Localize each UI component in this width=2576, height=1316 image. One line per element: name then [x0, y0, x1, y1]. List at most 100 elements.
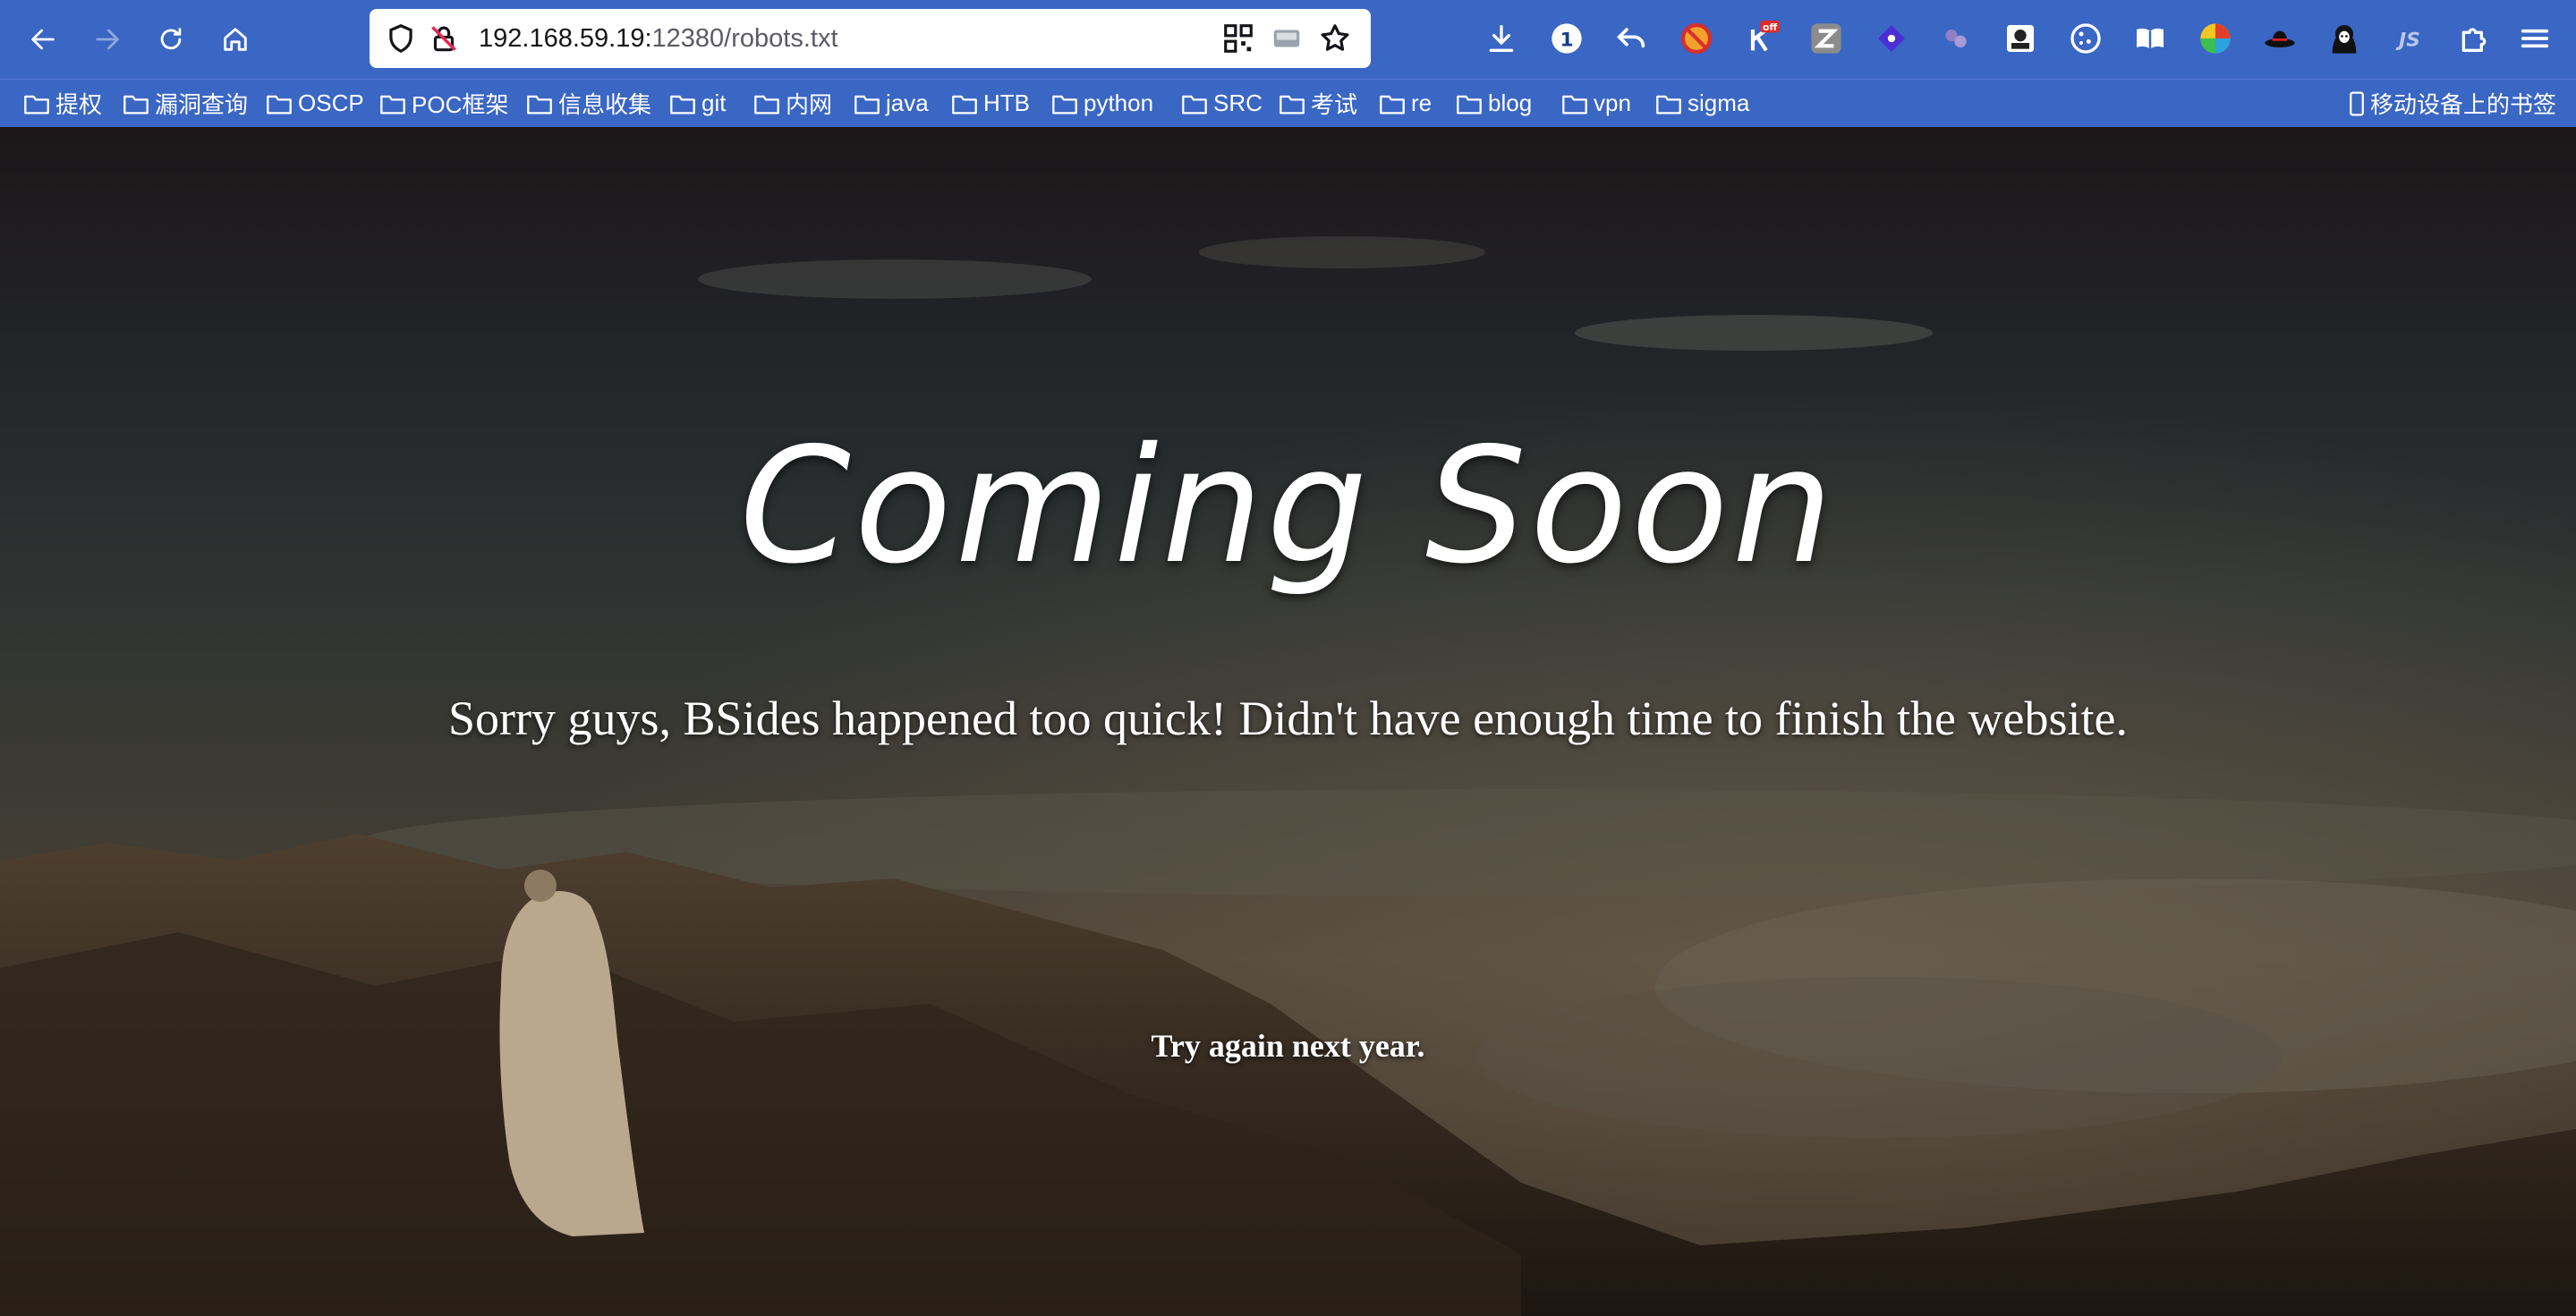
bookmark-folder[interactable]: python	[1051, 80, 1153, 127]
url-text[interactable]: 192.168.59.19:12380/robots.txt	[479, 9, 838, 68]
bookmark-folder[interactable]: sigma	[1655, 80, 1749, 127]
folder-icon	[952, 95, 977, 115]
bookmark-label: sigma	[1688, 89, 1750, 116]
bookmark-folder[interactable]: OSCP	[266, 80, 364, 127]
off-badge: off	[1763, 21, 1777, 33]
dots-extension[interactable]	[1935, 18, 1977, 59]
hacker-extension[interactable]	[2324, 18, 2365, 59]
password-badge: 1	[1560, 29, 1573, 51]
bookmark-folder[interactable]: re	[1379, 80, 1432, 127]
bookmark-label: git	[701, 89, 727, 116]
folder-icon	[1182, 95, 1207, 115]
bookmark-star-icon[interactable]	[1318, 21, 1352, 55]
bookmarks-toolbar: 提权 漏洞查询 OSCP POC框架 信息收集 git 内网 java HTB …	[0, 79, 2576, 127]
cookie-extension[interactable]	[2065, 18, 2106, 59]
folder-icon	[1052, 95, 1077, 115]
bookmark-folder[interactable]: vpn	[1561, 80, 1631, 127]
forward-button[interactable]	[81, 13, 134, 66]
folder-icon	[1457, 95, 1482, 115]
cookie-icon	[2070, 23, 2101, 54]
reader-icon	[2137, 28, 2164, 49]
folder-icon	[1562, 95, 1587, 115]
folder-icon	[380, 95, 405, 115]
bookmark-label: OSCP	[298, 89, 364, 116]
back-button[interactable]	[16, 13, 70, 66]
back-icon	[31, 29, 55, 50]
bookmark-label: 信息收集	[558, 91, 652, 118]
page-headline: Coming Soon	[739, 413, 1837, 599]
folder-icon	[267, 95, 292, 115]
folder-icon	[670, 95, 695, 115]
folder-icon	[24, 95, 49, 115]
url-bar[interactable]: 192.168.59.19:12380/robots.txt	[370, 9, 1371, 68]
reload-icon	[160, 28, 182, 50]
bookmark-label: SRC	[1213, 89, 1262, 116]
bookmark-label: vpn	[1594, 89, 1631, 116]
folder-icon	[854, 95, 880, 115]
folder-icon	[1380, 95, 1405, 115]
block-extension[interactable]	[1676, 18, 1717, 59]
menu-icon	[2521, 29, 2549, 48]
folder-icon	[1279, 95, 1305, 115]
hat-icon	[2265, 30, 2295, 47]
bookmark-folder[interactable]: 漏洞查询	[123, 80, 248, 127]
ext-portrait-icon	[2007, 25, 2034, 52]
bookmark-folder[interactable]: 信息收集	[526, 80, 651, 127]
off-extension-icon: off	[1750, 21, 1780, 52]
url-host: 192.168.59.19:	[479, 24, 652, 53]
portrait-extension[interactable]	[2000, 18, 2041, 59]
bookmark-folder[interactable]: 考试	[1279, 80, 1357, 127]
bookmark-folder[interactable]: git	[669, 80, 726, 127]
ext-dots-icon	[1945, 30, 1967, 47]
reload-button[interactable]	[144, 13, 198, 66]
page-subheadline: Sorry guys, BSides happened too quick! D…	[448, 692, 2128, 745]
url-path: /robots.txt	[724, 24, 838, 53]
folder-icon	[1656, 95, 1681, 115]
download-button[interactable]	[1481, 18, 1522, 59]
browser-toolbar: 192.168.59.19:12380/robots.txt 1 off JS	[0, 0, 2576, 79]
password-manager-button[interactable]: 1	[1546, 18, 1587, 59]
mobile-device-icon	[2350, 91, 2364, 115]
bookmark-folder[interactable]: SRC	[1181, 80, 1262, 127]
bookmark-folder[interactable]: java	[854, 80, 929, 127]
download-icon	[1489, 25, 1514, 52]
url-port: 12380	[651, 24, 725, 53]
bookmark-label: HTB	[983, 89, 1030, 116]
hat-extension[interactable]	[2259, 18, 2300, 59]
diamond-extension[interactable]	[1871, 18, 1912, 59]
bookmark-label: POC框架	[412, 91, 509, 118]
color-picker-extension[interactable]	[2195, 18, 2236, 59]
off-extension[interactable]: off	[1741, 18, 1782, 59]
bookmark-label: python	[1084, 89, 1154, 116]
zotero-icon	[1811, 23, 1841, 54]
js-icon: JS	[2395, 29, 2420, 51]
home-icon	[224, 28, 247, 51]
app-menu-button[interactable]	[2514, 18, 2555, 59]
bookmark-folder[interactable]: 内网	[753, 80, 832, 127]
undo-extension[interactable]	[1611, 18, 1652, 59]
shield-icon[interactable]	[384, 21, 418, 55]
extensions-button[interactable]	[2453, 18, 2495, 59]
folder-icon	[527, 95, 552, 115]
bookmark-label: 提权	[55, 91, 103, 118]
extensions-puzzle-icon	[2461, 28, 2487, 52]
bookmark-folder[interactable]: HTB	[951, 80, 1030, 127]
bookmark-folder[interactable]: blog	[1456, 80, 1532, 127]
page-footer-text: Try again next year.	[1151, 1028, 1425, 1064]
bookmark-label: 考试	[1311, 91, 1358, 118]
block-icon	[1680, 22, 1713, 55]
insecure-lock-icon[interactable]	[427, 21, 461, 55]
ext-diamond-icon	[1878, 25, 1905, 52]
bookmark-folder[interactable]: 提权	[23, 80, 102, 127]
qr-code-icon[interactable]	[1221, 21, 1255, 55]
home-button[interactable]	[208, 13, 262, 66]
mobile-bookmarks[interactable]: 移动设备上的书签	[2349, 80, 2556, 127]
reader-extension[interactable]	[2130, 18, 2171, 59]
password-manager-icon: 1	[1552, 23, 1582, 54]
bookmark-label: 内网	[786, 91, 833, 118]
zotero-extension[interactable]	[1806, 18, 1847, 59]
js-extension[interactable]: JS	[2389, 18, 2430, 59]
bookmark-label: 漏洞查询	[155, 91, 249, 118]
bookmark-folder[interactable]: POC框架	[379, 80, 508, 127]
screenshot-icon[interactable]	[1270, 21, 1304, 55]
